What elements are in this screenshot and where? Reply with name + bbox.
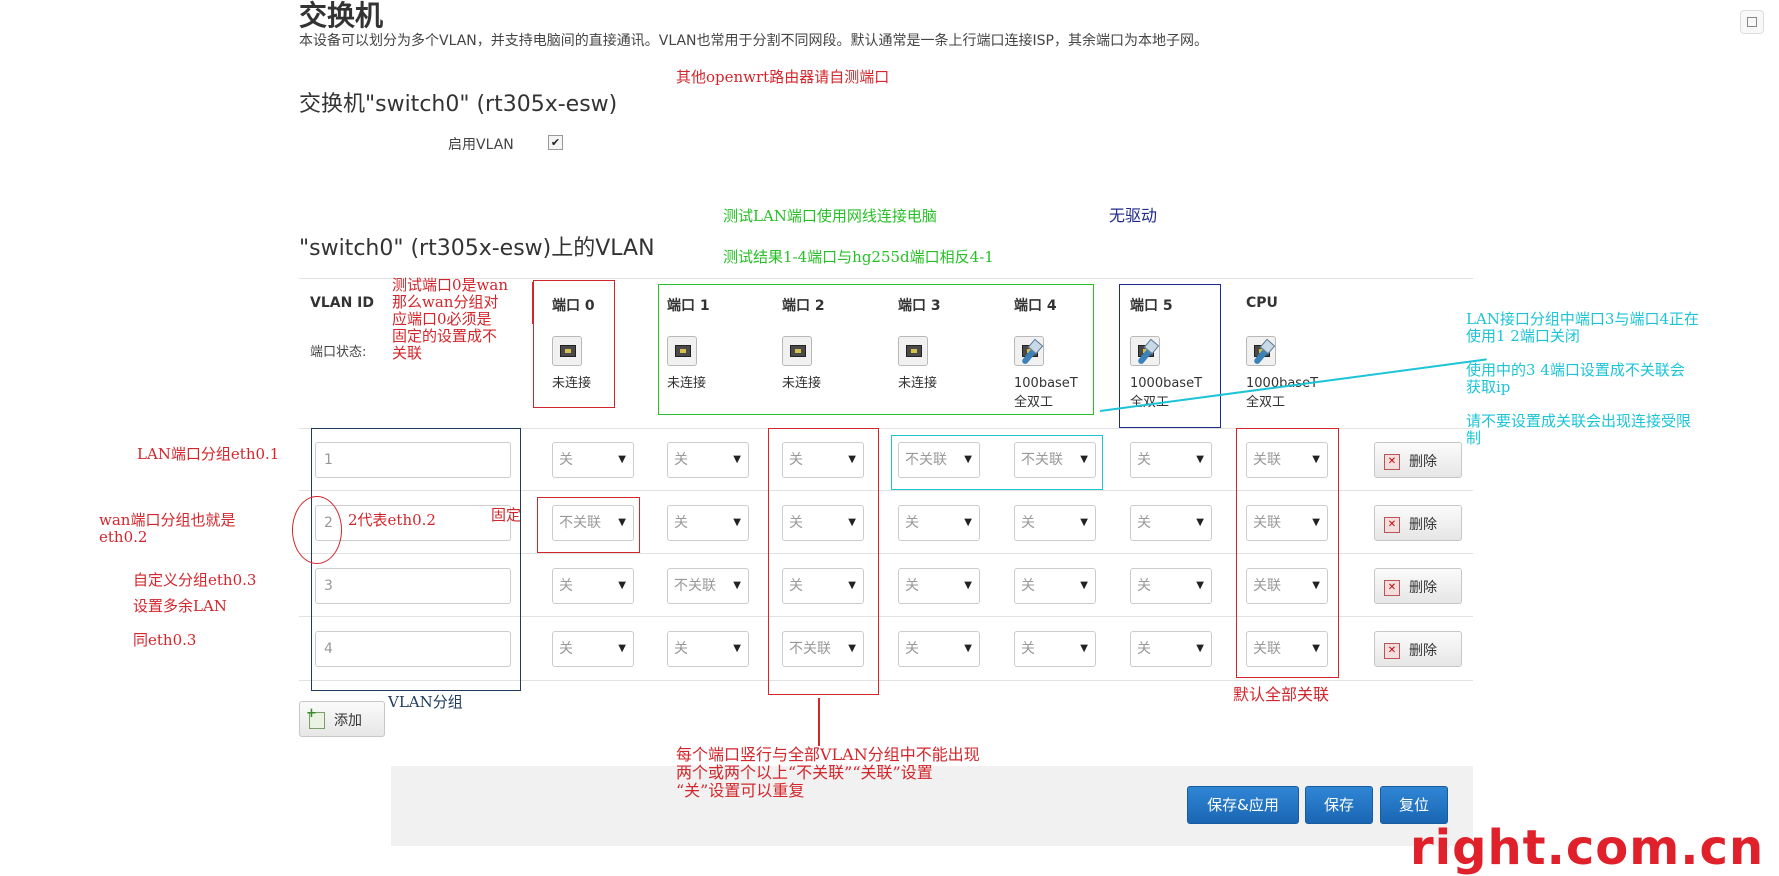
eth02-note: 2代表eth0.2 (348, 511, 436, 529)
chevron-down-icon: ▼ (733, 454, 741, 465)
port-membership-select[interactable]: 关 ▼ (1014, 568, 1096, 604)
port-membership-select[interactable]: 关 ▼ (667, 631, 749, 667)
vlan-id-header: VLAN ID (310, 295, 375, 311)
test-lan-note-2: 测试结果1-4端口与hg255d端口相反4-1 (723, 248, 994, 266)
port-membership-select[interactable]: 关 ▼ (552, 568, 634, 604)
delete-vlan-button[interactable]: ✕ 删除 (1374, 568, 1462, 604)
delete-icon: ✕ (1384, 454, 1400, 470)
wan-fixed-box (537, 497, 640, 553)
port-membership-select[interactable]: 关 ▼ (667, 505, 749, 541)
chevron-down-icon: ▼ (1196, 454, 1204, 465)
port-membership-select[interactable]: 关 ▼ (898, 505, 980, 541)
cpu-column-box (1236, 428, 1339, 678)
port-status: 1000baseT全双工 (1246, 376, 1319, 410)
port-membership-select[interactable]: 关 ▼ (1130, 631, 1212, 667)
port-membership-select[interactable]: 关 ▼ (552, 442, 634, 478)
same-as-note: 同eth0.3 (133, 631, 197, 649)
port0-pointer (532, 282, 534, 324)
reset-button[interactable]: 复位 (1380, 786, 1448, 824)
port0-highlight-box (533, 280, 615, 408)
port-membership-select[interactable]: 关 ▼ (1014, 505, 1096, 541)
port2-column-box (768, 428, 879, 695)
add-label: 添加 (334, 713, 362, 729)
wan-circle-mark (292, 496, 342, 564)
chevron-down-icon: ▼ (733, 580, 741, 591)
port-membership-select[interactable]: 关 ▼ (898, 568, 980, 604)
chevron-down-icon: ▼ (964, 643, 972, 654)
port-membership-select[interactable]: 关 ▼ (552, 631, 634, 667)
port-membership-select[interactable]: 关 ▼ (1130, 505, 1212, 541)
add-icon (306, 706, 325, 729)
bottom-rule-note: 每个端口竖行与全部VLAN分组中不能出现 两个或两个以上“不关联”“关联”设置 … (676, 745, 980, 800)
delete-vlan-button[interactable]: ✕ 删除 (1374, 505, 1462, 541)
chevron-down-icon: ▼ (1080, 580, 1088, 591)
enable-vlan-label: 启用VLAN (448, 137, 514, 153)
port-membership-select[interactable]: 不关联 ▼ (667, 568, 749, 604)
chevron-down-icon: ▼ (733, 517, 741, 528)
chevron-down-icon: ▼ (618, 580, 626, 591)
fixed-note: 固定 (491, 506, 522, 524)
chevron-down-icon: ▼ (1196, 643, 1204, 654)
port-membership-select[interactable]: 关 ▼ (1130, 568, 1212, 604)
add-vlan-button[interactable]: 添加 (299, 701, 385, 737)
page-title: 交换机 (299, 0, 384, 32)
port-membership-select[interactable]: 关 ▼ (667, 442, 749, 478)
other-router-note: 其他openwrt路由器请自测端口 (676, 68, 890, 86)
enable-vlan-checkbox[interactable]: ✔ (548, 135, 563, 150)
custom-group-note: 自定义分组eth0.3 设置多余LAN (133, 571, 257, 615)
vlan-group-box (311, 428, 521, 691)
no-driver-note: 无驱动 (1109, 206, 1158, 225)
delete-icon: ✕ (1384, 643, 1400, 659)
port-header: CPU (1246, 295, 1278, 311)
delete-icon: ✕ (1384, 517, 1400, 533)
save-button[interactable]: 保存 (1305, 786, 1373, 824)
port-status-label: 端口状态: (310, 345, 367, 360)
lan-group-note: LAN端口分组eth0.1 (137, 445, 280, 463)
vlan-section-title: "switch0" (rt305x-esw)上的VLAN (299, 236, 655, 261)
port-plugged-icon (1246, 336, 1276, 366)
save-apply-button[interactable]: 保存&应用 (1187, 786, 1299, 824)
chevron-down-icon: ▼ (733, 643, 741, 654)
chevron-down-icon: ▼ (1196, 580, 1204, 591)
port0-note: 测试端口0是wan 那么wan分组对 应端口0必须是 固定的设置成不 关联 (392, 276, 508, 362)
vlan-group-label: VLAN分组 (388, 693, 463, 711)
chevron-down-icon: ▼ (1080, 517, 1088, 528)
chevron-down-icon: ▼ (1080, 643, 1088, 654)
port-membership-select[interactable]: 关 ▼ (1014, 631, 1096, 667)
page-description: 本设备可以划分为多个VLAN，并支持电脑间的直接通讯。VLAN也常用于分割不同网… (299, 33, 1208, 49)
chevron-down-icon: ▼ (618, 454, 626, 465)
chevron-down-icon: ▼ (964, 517, 972, 528)
switch-title: 交换机"switch0" (rt305x-esw) (299, 92, 618, 117)
lan-usage-note: LAN接口分组中端口3与端口4正在 使用1 2端口关闭 使用中的3 4端口设置成… (1466, 310, 1700, 447)
default-all-note: 默认全部关联 (1233, 685, 1330, 704)
chevron-down-icon: ▼ (618, 643, 626, 654)
test-lan-note-1: 测试LAN端口使用网线连接电脑 (723, 207, 937, 225)
lan-used-ports-box (891, 435, 1103, 490)
footer-gap (299, 766, 391, 846)
port-membership-select[interactable]: 关 ▼ (1130, 442, 1212, 478)
delete-vlan-button[interactable]: ✕ 删除 (1374, 631, 1462, 667)
chevron-down-icon: ▼ (1196, 517, 1204, 528)
lan-ports-highlight-box (658, 284, 1094, 415)
chevron-down-icon: ▼ (964, 580, 972, 591)
port-membership-select[interactable]: 关 ▼ (898, 631, 980, 667)
wan-group-note: wan端口分组也就是 eth0.2 (99, 511, 236, 546)
delete-vlan-button[interactable]: ✕ 删除 (1374, 442, 1462, 478)
copy-icon[interactable] (1740, 10, 1764, 34)
delete-icon: ✕ (1384, 580, 1400, 596)
bottom-note-pointer (818, 698, 820, 746)
